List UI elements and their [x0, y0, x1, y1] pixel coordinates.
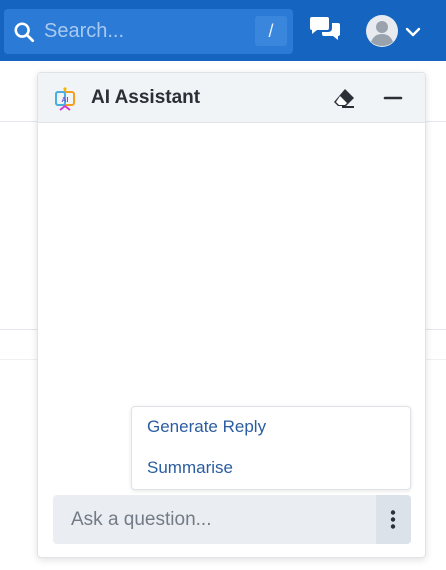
panel-title: AI Assistant — [91, 87, 201, 108]
chevron-down-icon[interactable] — [405, 26, 421, 38]
search-icon — [14, 22, 35, 43]
question-input[interactable] — [69, 507, 359, 533]
ai-logo-icon: AI — [55, 87, 75, 111]
question-box — [53, 495, 411, 544]
suggestion-summarise[interactable]: Summarise — [147, 458, 233, 478]
user-avatar-icon[interactable] — [366, 15, 398, 47]
search-box[interactable]: / — [4, 9, 293, 54]
ai-assistant-panel: AI AI Assistant Generate Reply Summarise — [37, 72, 426, 558]
more-vertical-icon — [390, 510, 396, 529]
eraser-icon[interactable] — [332, 87, 356, 109]
panel-header: AI AI Assistant — [38, 73, 425, 123]
chat-bubbles-icon[interactable] — [308, 16, 342, 44]
suggestions-menu: Generate Reply Summarise — [131, 406, 411, 490]
suggestion-generate-reply[interactable]: Generate Reply — [147, 417, 266, 437]
svg-text:AI: AI — [62, 97, 69, 104]
more-options-button[interactable] — [376, 495, 411, 544]
search-shortcut-key: / — [255, 16, 287, 46]
search-input[interactable] — [42, 17, 242, 45]
top-bar: / — [0, 0, 446, 61]
minimize-icon[interactable] — [383, 89, 403, 107]
